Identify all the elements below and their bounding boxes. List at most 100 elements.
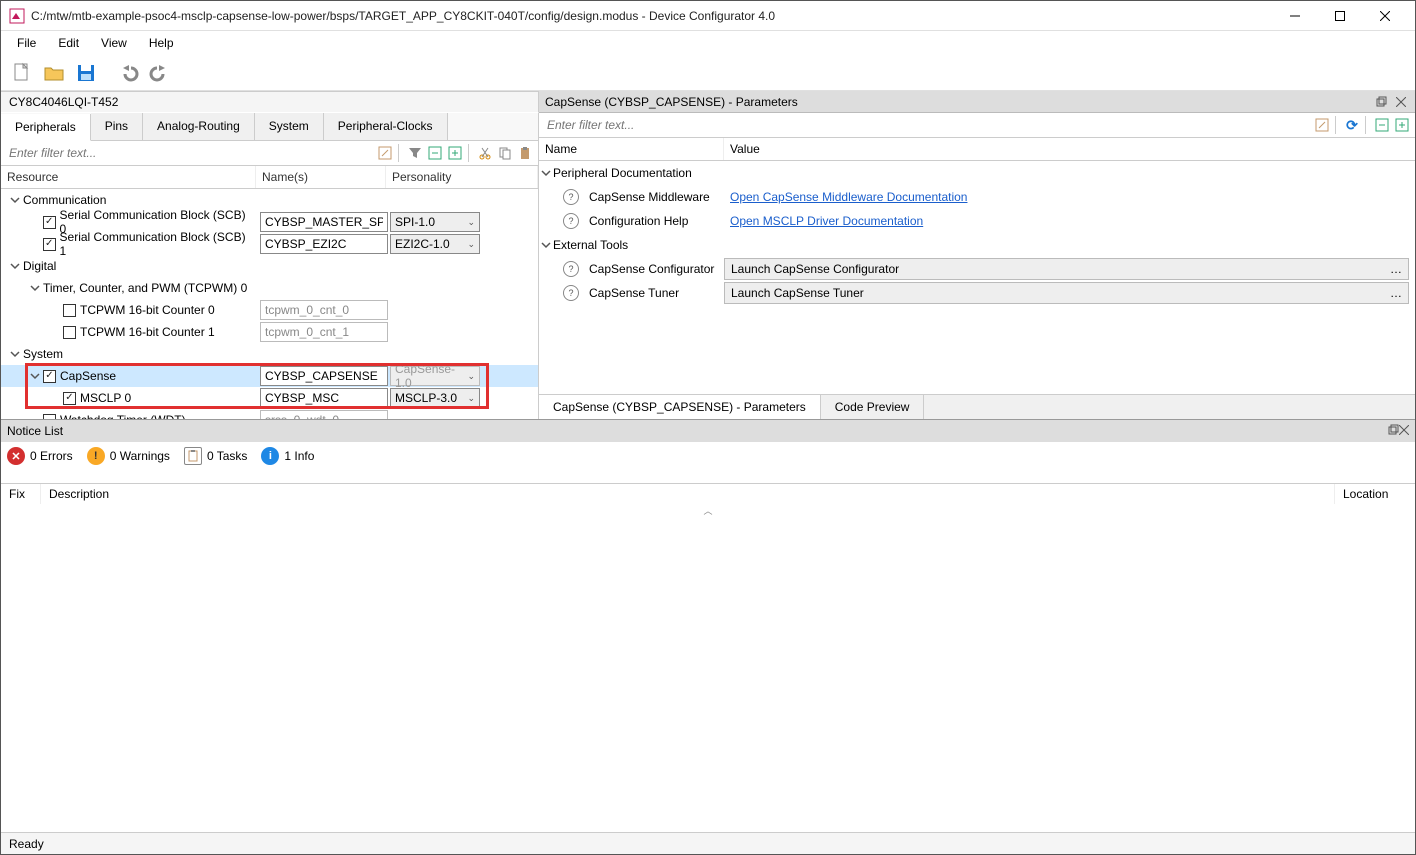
save-icon[interactable] [71,58,101,88]
copy-icon[interactable] [496,144,514,162]
param-col-value[interactable]: Value [724,138,1415,160]
tab-peripheral-clocks[interactable]: Peripheral-Clocks [324,113,448,140]
checkbox[interactable] [63,304,76,317]
param-col-name[interactable]: Name [539,138,724,160]
redo-icon[interactable] [145,58,175,88]
param-group[interactable]: Peripheral Documentation [539,161,1415,185]
close-panel-icon[interactable] [1393,94,1409,110]
btab-parameters[interactable]: CapSense (CYBSP_CAPSENSE) - Parameters [539,395,821,419]
personality-select[interactable]: EZI2C-1.0⌄ [390,234,480,254]
clear-filter-icon[interactable] [376,144,394,162]
launch-button[interactable]: Launch CapSense Tuner… [724,282,1409,304]
tree-row[interactable]: MSCLP 0MSCLP-3.0⌄ [1,387,538,409]
paste-icon[interactable] [516,144,534,162]
funnel-filter-icon[interactable] [406,144,424,162]
help-icon[interactable]: ? [563,261,579,277]
window-title: C:/mtw/mtb-example-psoc4-msclp-capsense-… [31,9,1272,23]
tree-row[interactable]: TCPWM 16-bit Counter 1 [1,321,538,343]
menu-file[interactable]: File [7,33,46,53]
filter-input[interactable] [1,141,372,165]
tree-row[interactable]: Serial Communication Block (SCB) 1EZI2C-… [1,233,538,255]
minimize-button[interactable] [1272,2,1317,30]
chevron-down-icon[interactable] [9,194,21,206]
menubar: File Edit View Help [1,31,1415,55]
cut-icon[interactable] [476,144,494,162]
errors-badge[interactable]: ✕0 Errors [7,447,73,465]
name-input[interactable] [260,366,388,386]
param-collapse-all-icon[interactable] [1373,116,1391,134]
collapse-all-icon[interactable] [426,144,444,162]
col-names[interactable]: Name(s) [256,166,386,188]
help-icon[interactable]: ? [563,213,579,229]
chevron-down-icon: ⌄ [467,217,475,228]
param-filter-input[interactable] [539,113,1309,137]
chevron-down-icon[interactable] [9,348,21,360]
menu-help[interactable]: Help [139,33,184,53]
doc-link[interactable]: Open MSCLP Driver Documentation [730,214,923,228]
chevron-down-icon[interactable] [539,168,553,178]
param-expand-all-icon[interactable] [1393,116,1411,134]
col-personality[interactable]: Personality [386,166,538,188]
col-resource[interactable]: Resource [1,166,256,188]
checkbox[interactable] [63,326,76,339]
tab-analog-routing[interactable]: Analog-Routing [143,113,255,140]
notice-col-location[interactable]: Location [1335,484,1415,504]
tab-peripherals[interactable]: Peripherals [1,114,91,141]
notice-col-description[interactable]: Description [41,484,1335,504]
menu-edit[interactable]: Edit [48,33,89,53]
chevron-down-icon[interactable] [29,370,41,382]
name-input[interactable] [260,388,388,408]
statusbar: Ready [1,832,1415,854]
help-icon[interactable]: ? [563,285,579,301]
tree-row[interactable]: Digital [1,255,538,277]
checkbox[interactable] [43,238,56,251]
tree-body[interactable]: CommunicationSerial Communication Block … [1,189,538,419]
notice-body[interactable]: ︿ [1,504,1415,832]
param-clear-filter-icon[interactable] [1313,116,1331,134]
param-group[interactable]: External Tools [539,233,1415,257]
tree-row[interactable]: TCPWM 16-bit Counter 0 [1,299,538,321]
ellipsis-icon[interactable]: … [1390,262,1402,276]
maximize-button[interactable] [1317,2,1362,30]
ellipsis-icon[interactable]: … [1390,286,1402,300]
tree-row[interactable]: Watchdog Timer (WDT) [1,409,538,419]
personality-select[interactable]: MSCLP-3.0⌄ [390,388,480,408]
checkbox[interactable] [63,392,76,405]
info-badge[interactable]: i1 Info [261,447,314,465]
chevron-down-icon[interactable] [29,282,41,294]
open-folder-icon[interactable] [39,58,69,88]
splitter-handle-icon[interactable]: ︿ [703,504,712,517]
notice-col-fix[interactable]: Fix [1,484,41,504]
notice-close-icon[interactable] [1399,424,1409,438]
name-input[interactable] [260,234,388,254]
tab-pins[interactable]: Pins [91,113,143,140]
checkbox[interactable] [43,370,56,383]
menu-view[interactable]: View [91,33,137,53]
close-button[interactable] [1362,2,1407,30]
right-pane: CapSense (CYBSP_CAPSENSE) - Parameters ⟳… [539,91,1415,419]
tree-item-label: TCPWM 16-bit Counter 0 [80,303,215,317]
notice-undock-icon[interactable] [1388,424,1399,438]
tree-row[interactable]: CapSenseCapSense-1.0⌄ [1,365,538,387]
tasks-badge[interactable]: 0 Tasks [184,447,247,465]
chevron-down-icon[interactable] [539,240,553,250]
param-body[interactable]: Peripheral Documentation?CapSense Middle… [539,161,1415,394]
checkbox[interactable] [43,216,56,229]
undo-icon[interactable] [113,58,143,88]
btab-code-preview[interactable]: Code Preview [821,395,925,419]
doc-link[interactable]: Open CapSense Middleware Documentation [730,190,967,204]
expand-all-icon[interactable] [446,144,464,162]
notice-panel: Notice List ✕0 Errors !0 Warnings 0 Task… [1,419,1415,483]
tab-system[interactable]: System [255,113,324,140]
help-icon[interactable]: ? [563,189,579,205]
undock-icon[interactable] [1373,94,1389,110]
personality-select[interactable]: SPI-1.0⌄ [390,212,480,232]
launch-button[interactable]: Launch CapSense Configurator… [724,258,1409,280]
name-input[interactable] [260,212,388,232]
tree-row[interactable]: Timer, Counter, and PWM (TCPWM) 0 [1,277,538,299]
checkbox[interactable] [43,414,56,420]
chevron-down-icon[interactable] [9,260,21,272]
warnings-badge[interactable]: !0 Warnings [87,447,170,465]
new-file-icon[interactable] [7,58,37,88]
reload-icon[interactable]: ⟳ [1343,116,1361,134]
